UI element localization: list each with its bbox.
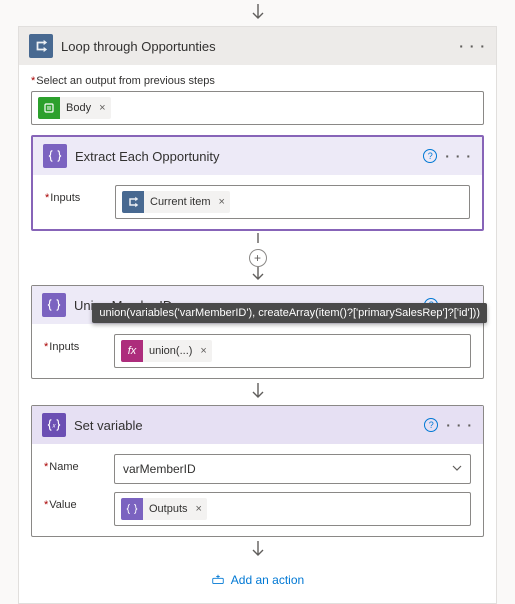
body-token[interactable]: Body × <box>38 97 111 119</box>
chevron-down-icon <box>452 462 462 476</box>
union-inputs-input[interactable]: fx union(...) × <box>114 334 471 368</box>
name-label: *Name <box>44 454 100 473</box>
loop-body: *Select an output from previous steps Bo… <box>19 65 496 135</box>
menu-icon[interactable]: · · · <box>445 148 472 164</box>
current-item-token[interactable]: Current item × <box>122 191 230 213</box>
select-output-label: *Select an output from previous steps <box>31 75 484 87</box>
extract-card: Extract Each Opportunity ? · · · *Inputs… <box>31 135 484 231</box>
add-action-button[interactable]: Add an action <box>31 563 484 591</box>
parse-icon <box>42 293 66 317</box>
arrow-down-icon <box>31 265 484 283</box>
loop-icon <box>29 34 53 58</box>
add-action-icon <box>211 573 225 587</box>
select-output-input[interactable]: Body × <box>31 91 484 125</box>
remove-token-icon[interactable]: × <box>217 191 230 213</box>
loop-header[interactable]: Loop through Opportunties · · · <box>19 27 496 65</box>
setvar-card: x Set variable ? · · · *Name varMemberID <box>31 405 484 537</box>
extract-header[interactable]: Extract Each Opportunity ? · · · <box>33 137 482 175</box>
name-select[interactable]: varMemberID <box>114 454 471 484</box>
union-card: Union MemberIDs ? · · · *Inputs fx union… <box>31 285 484 379</box>
loop-nested-actions: Extract Each Opportunity ? · · · *Inputs… <box>19 135 496 603</box>
arrow-down-icon <box>18 4 497 22</box>
extract-inputs-input[interactable]: Current item × <box>115 185 470 219</box>
inputs-label: *Inputs <box>44 334 100 353</box>
value-input[interactable]: Outputs × <box>114 492 471 526</box>
svg-text:x: x <box>51 423 56 430</box>
body-token-icon <box>38 97 60 119</box>
remove-token-icon[interactable]: × <box>198 340 211 362</box>
menu-icon[interactable]: · · · <box>446 417 473 433</box>
remove-token-icon[interactable]: × <box>97 97 110 119</box>
arrow-down-icon <box>31 383 484 401</box>
outputs-token[interactable]: Outputs × <box>121 498 207 520</box>
remove-token-icon[interactable]: × <box>194 498 207 520</box>
loop-item-icon <box>122 191 144 213</box>
expression-tooltip: union(variables('varMemberID'), createAr… <box>92 303 487 323</box>
parse-icon <box>121 498 143 520</box>
extract-title: Extract Each Opportunity <box>75 149 415 164</box>
insert-action-button[interactable]: + <box>249 249 267 267</box>
help-icon[interactable]: ? <box>424 418 438 432</box>
setvar-title: Set variable <box>74 418 416 433</box>
loop-title: Loop through Opportunties <box>61 39 451 54</box>
arrow-down-icon <box>31 541 484 559</box>
fx-icon: fx <box>121 340 143 362</box>
parse-icon <box>43 144 67 168</box>
fx-token[interactable]: fx union(...) × <box>121 340 212 362</box>
variable-icon: x <box>42 413 66 437</box>
inputs-label: *Inputs <box>45 185 101 204</box>
setvar-header[interactable]: x Set variable ? · · · <box>32 406 483 444</box>
menu-icon[interactable]: · · · <box>459 38 486 54</box>
help-icon[interactable]: ? <box>423 149 437 163</box>
